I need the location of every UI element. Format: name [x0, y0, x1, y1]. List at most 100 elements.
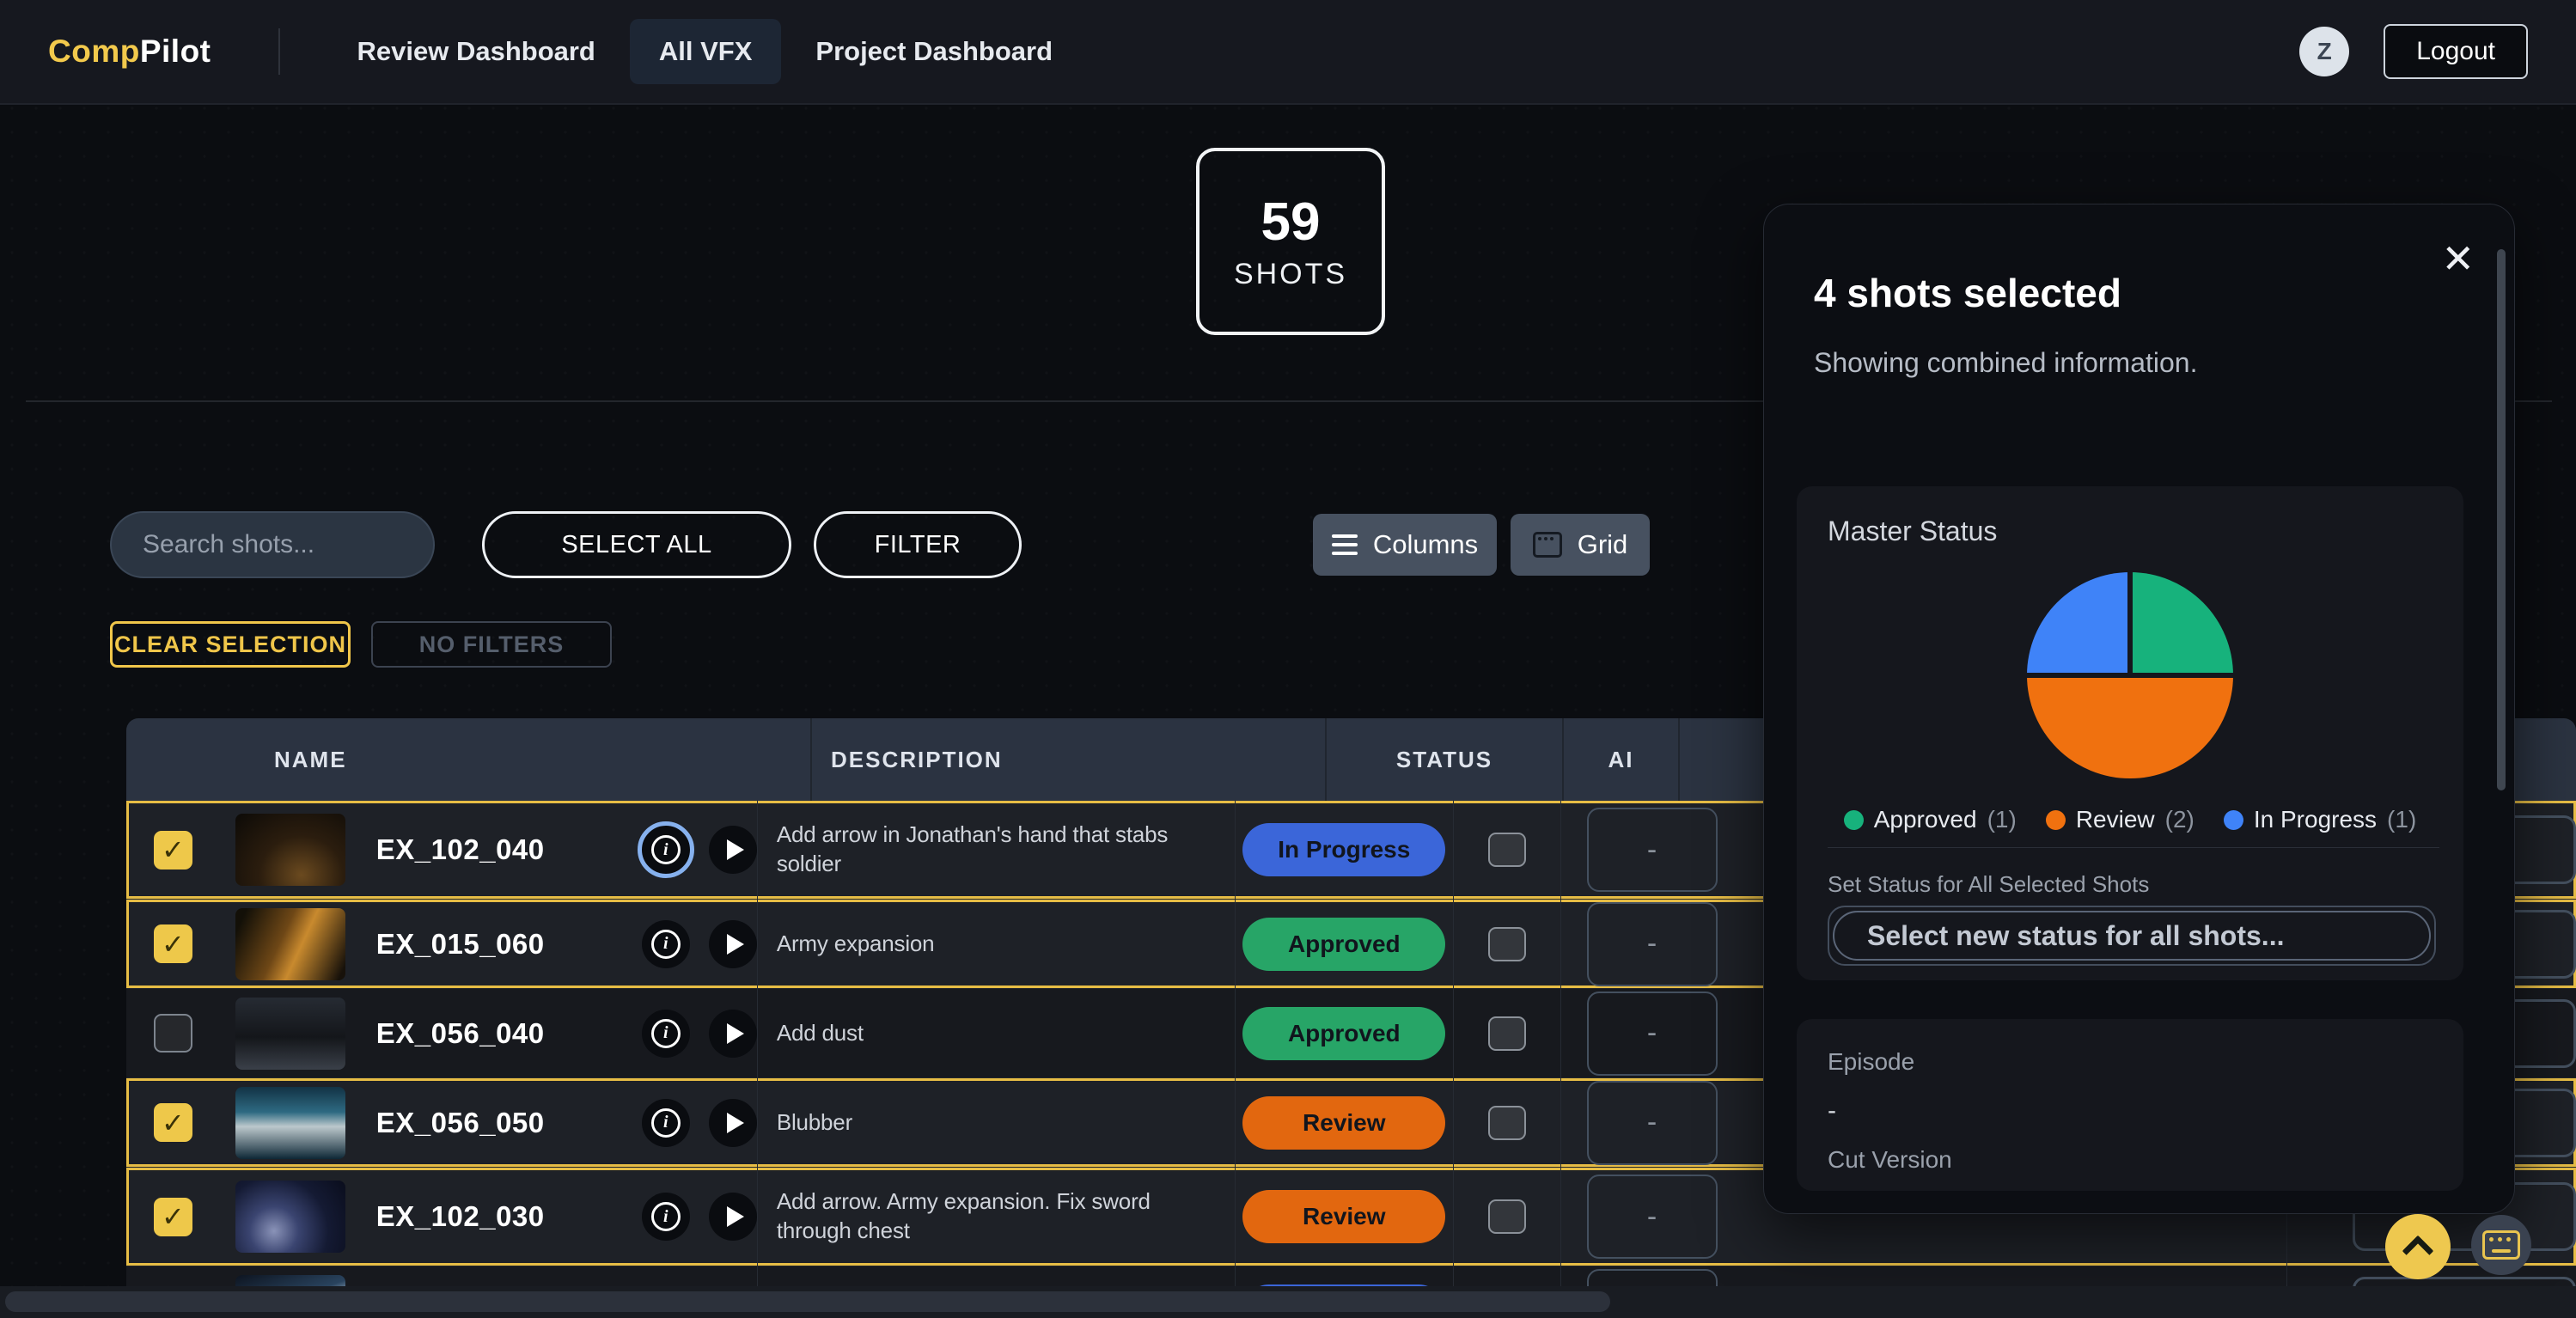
ai-checkbox[interactable] — [1488, 833, 1526, 867]
card-divider — [1828, 847, 2439, 848]
row-checkbox[interactable] — [154, 1014, 192, 1053]
scroll-to-top-button[interactable] — [2385, 1214, 2451, 1279]
grid-button-label: Grid — [1578, 529, 1628, 560]
selection-details-panel: ✕ 4 shots selected Showing combined info… — [1763, 204, 2515, 1214]
play-button[interactable] — [709, 1099, 757, 1147]
list-icon — [1332, 534, 1358, 555]
legend-item-review: Review (2) — [2046, 806, 2194, 833]
user-avatar[interactable]: Z — [2299, 27, 2349, 76]
legend-item-approved: Approved (1) — [1844, 806, 2017, 833]
shot-name: EX_102_030 — [376, 1200, 545, 1233]
panel-title: 4 shots selected — [1814, 270, 2121, 316]
legend-dot — [2224, 810, 2243, 830]
clear-selection-button[interactable]: CLEAR SELECTION — [110, 621, 351, 668]
row-checkbox[interactable]: ✓ — [154, 924, 192, 963]
nav-divider — [278, 28, 280, 75]
field-label-episode: Episode — [1828, 1048, 1952, 1076]
shot-description: Add dust — [757, 989, 1235, 1077]
info-button[interactable]: i — [642, 1193, 690, 1241]
column-header-name[interactable]: NAME — [126, 718, 810, 801]
shot-thumbnail[interactable] — [235, 814, 345, 886]
info-button[interactable]: i — [642, 826, 690, 874]
no-filters-badge: NO FILTERS — [371, 621, 612, 668]
column-header-ai[interactable]: AI — [1562, 718, 1678, 801]
play-button[interactable] — [709, 826, 757, 874]
filter-button[interactable]: FILTER — [814, 511, 1022, 578]
columns-button-label: Columns — [1373, 529, 1478, 560]
ai-checkbox[interactable] — [1488, 927, 1526, 961]
status-select[interactable]: Select new status for all shots... — [1828, 906, 2436, 966]
panel-scrollbar[interactable] — [2497, 249, 2506, 790]
table-row[interactable]: EX_056_010 i Add dust In Progress - — [126, 1266, 2576, 1286]
shot-description: Blubber — [757, 1078, 1235, 1167]
app-root: CompPilot Review DashboardAll VFXProject… — [0, 0, 2576, 1318]
version-minus-button[interactable]: - — [1587, 992, 1718, 1076]
version-minus-button[interactable]: - — [1587, 1081, 1718, 1165]
info-button[interactable]: i — [642, 1010, 690, 1058]
column-header-description[interactable]: DESCRIPTION — [810, 718, 1325, 801]
grid-icon — [1533, 532, 1562, 558]
ai-checkbox[interactable] — [1488, 1199, 1526, 1234]
version-minus-button[interactable]: - — [1587, 902, 1718, 986]
field-value-episode: - — [1828, 1096, 1952, 1126]
shot-description: Army expansion — [757, 900, 1235, 988]
shot-thumbnail[interactable] — [235, 1181, 345, 1253]
column-header-status[interactable]: STATUS — [1325, 718, 1562, 801]
status-badge[interactable]: Review — [1242, 1096, 1445, 1150]
shot-thumbnail[interactable] — [235, 1275, 345, 1287]
shot-thumbnail[interactable] — [235, 998, 345, 1070]
shot-name: EX_056_050 — [376, 1107, 545, 1139]
ai-checkbox[interactable] — [1488, 1106, 1526, 1140]
legend-dot — [1844, 810, 1864, 830]
info-button[interactable]: i — [642, 1099, 690, 1147]
status-pie-chart — [2027, 572, 2233, 778]
version-minus-button[interactable]: - — [1587, 1269, 1718, 1287]
shot-description: Add arrow. Army expansion. Fix sword thr… — [757, 1168, 1235, 1266]
close-icon[interactable]: ✕ — [2441, 239, 2475, 278]
keyboard-shortcuts-button[interactable] — [2471, 1215, 2531, 1275]
logout-button[interactable]: Logout — [2384, 24, 2528, 79]
nav-tab-all-vfx[interactable]: All VFX — [630, 19, 782, 84]
shot-meta-card: Episode-Cut Version — [1797, 1019, 2463, 1191]
version-select[interactable] — [2353, 1277, 2576, 1287]
nav-tab-project-dashboard[interactable]: Project Dashboard — [786, 19, 1082, 84]
shot-thumbnail[interactable] — [235, 908, 345, 980]
shot-thumbnail[interactable] — [235, 1087, 345, 1159]
horizontal-scrollbar-thumb[interactable] — [5, 1291, 1610, 1312]
version-minus-button[interactable]: - — [1587, 1175, 1718, 1259]
nav-right: Z Logout — [2299, 24, 2528, 79]
status-badge[interactable]: Review — [1242, 1190, 1445, 1243]
select-all-button[interactable]: SELECT ALL — [482, 511, 791, 578]
status-badge[interactable]: Approved — [1242, 918, 1445, 971]
horizontal-scrollbar-track[interactable] — [0, 1286, 2576, 1318]
info-button[interactable]: i — [642, 920, 690, 968]
logo-prefix: Comp — [48, 34, 140, 69]
nav-tab-review-dashboard[interactable]: Review Dashboard — [328, 19, 625, 84]
shot-counter-card: 59 SHOTS — [1196, 148, 1385, 335]
top-navbar: CompPilot Review DashboardAll VFXProject… — [0, 0, 2576, 105]
play-button[interactable] — [709, 1010, 757, 1058]
row-checkbox[interactable]: ✓ — [154, 831, 192, 870]
status-badge[interactable]: Approved — [1242, 1007, 1445, 1060]
panel-subtitle: Showing combined information. — [1814, 347, 2197, 379]
status-select-placeholder: Select new status for all shots... — [1833, 911, 2431, 961]
grid-button[interactable]: Grid — [1511, 514, 1650, 576]
status-badge[interactable]: In Progress — [1242, 823, 1445, 876]
master-status-card: Master Status Approved (1)Review (2)In P… — [1797, 486, 2463, 980]
search-input[interactable] — [110, 511, 435, 578]
set-status-label: Set Status for All Selected Shots — [1828, 871, 2149, 898]
shot-name: EX_102_040 — [376, 833, 545, 866]
row-checkbox[interactable]: ✓ — [154, 1103, 192, 1142]
row-checkbox[interactable]: ✓ — [154, 1198, 192, 1236]
ai-checkbox[interactable] — [1488, 1016, 1526, 1051]
version-minus-button[interactable]: - — [1587, 808, 1718, 892]
play-button[interactable] — [709, 1193, 757, 1241]
shot-count-label: SHOTS — [1234, 258, 1347, 291]
legend-dot — [2046, 810, 2066, 830]
app-logo: CompPilot — [48, 34, 211, 70]
columns-button[interactable]: Columns — [1313, 514, 1497, 576]
pie-legend: Approved (1) Review (2) In Progress (1) — [1797, 806, 2463, 833]
play-button[interactable] — [709, 920, 757, 968]
nav-tabs: Review DashboardAll VFXProject Dashboard — [328, 19, 1083, 84]
legend-item-in-progress: In Progress (1) — [2224, 806, 2416, 833]
